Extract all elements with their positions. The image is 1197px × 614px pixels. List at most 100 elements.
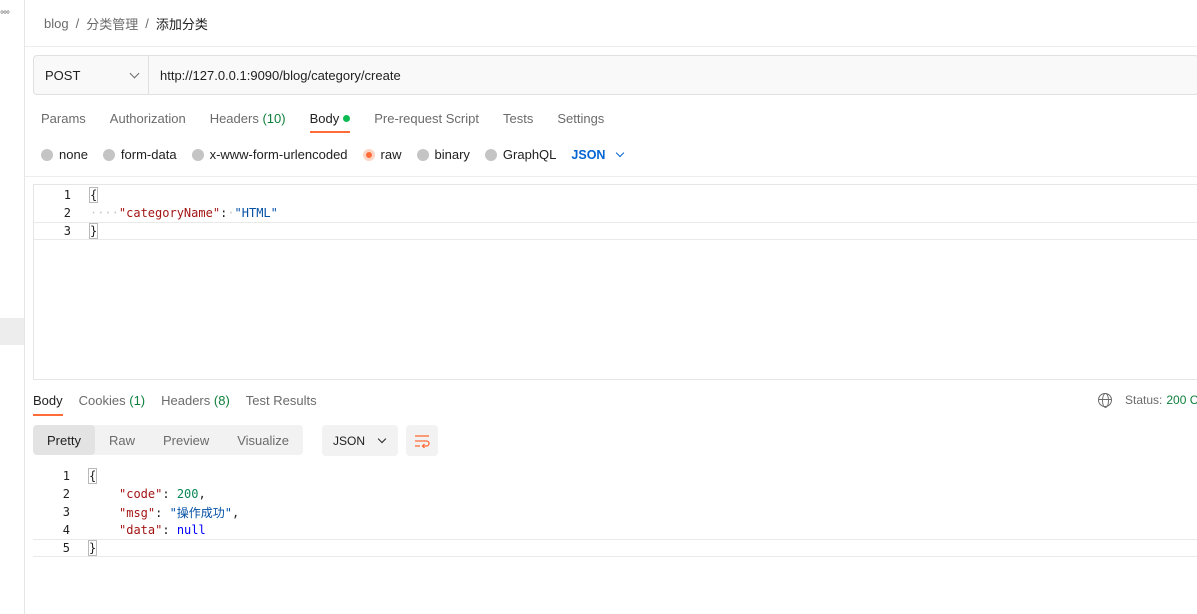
whitespace: ·: [227, 206, 235, 220]
code-text: "code": 200,: [119, 487, 206, 501]
modified-dot-icon: [343, 115, 351, 122]
view-raw-button[interactable]: Raw: [95, 425, 149, 455]
status-code[interactable]: 200 C: [1166, 393, 1197, 407]
chevron-down-icon: [129, 68, 140, 78]
method-select[interactable]: POST: [34, 56, 149, 94]
code-line: 2 ····"categoryName":·"HTML": [34, 204, 1197, 222]
line-number: 3: [63, 224, 71, 238]
code-text: ····"categoryName":·"HTML": [90, 206, 278, 220]
divider: [25, 46, 1197, 47]
body-type-urlencoded[interactable]: x-www-form-urlencoded: [191, 147, 348, 162]
code-text: "data": null: [119, 523, 206, 537]
response-format-select[interactable]: JSON: [322, 425, 398, 456]
tab-authorization[interactable]: Authorization: [110, 111, 186, 133]
breadcrumb-separator: /: [145, 16, 149, 31]
comma: ,: [198, 487, 206, 501]
response-status: Status: 200 C: [1098, 393, 1197, 408]
code-line: 4 "data": null: [33, 521, 1197, 539]
colon: :: [155, 505, 170, 520]
tab-cookies-label: Cookies: [78, 393, 126, 408]
url-input[interactable]: http://127.0.0.1:9090/blog/category/crea…: [149, 56, 1197, 94]
code-line: 3 }: [34, 222, 1197, 240]
json-key: "data": [119, 523, 163, 537]
url-bar: POST http://127.0.0.1:9090/blog/category…: [33, 55, 1197, 95]
tab-body-label: Body: [309, 111, 340, 126]
radio-label: x-www-form-urlencoded: [209, 147, 348, 162]
line-number: 4: [62, 523, 70, 537]
brace: {: [87, 468, 98, 484]
body-type-binary[interactable]: binary: [416, 147, 470, 162]
breadcrumb-request[interactable]: 添加分类: [156, 14, 208, 33]
sidebar-selected-item[interactable]: [0, 318, 24, 345]
tab-headers-count: (10): [262, 111, 286, 126]
body-type-none[interactable]: none: [41, 147, 88, 162]
brace: }: [87, 540, 98, 556]
divider: [25, 176, 1197, 177]
code-text: "msg": "操作成功",: [119, 504, 239, 521]
radio-label: GraphQL: [502, 147, 557, 162]
breadcrumb: blog / 分类管理 / 添加分类: [44, 14, 208, 33]
request-body-editor[interactable]: 1 { 2 ····"categoryName":·"HTML" 3 }: [33, 184, 1197, 380]
tab-headers[interactable]: Headers (10): [210, 111, 286, 133]
radio-icon: [484, 148, 497, 161]
breadcrumb-collection[interactable]: blog: [44, 16, 69, 31]
tab-response-headers[interactable]: Headers (8): [161, 393, 230, 416]
body-type-selector: none form-data x-www-form-urlencoded raw…: [41, 147, 625, 162]
tab-headers-label: Headers: [161, 393, 211, 408]
wrap-lines-icon: [415, 434, 430, 448]
radio-label: form-data: [120, 147, 177, 162]
body-type-raw[interactable]: raw: [362, 147, 402, 162]
brace: }: [88, 223, 99, 239]
tab-tests[interactable]: Tests: [503, 111, 533, 133]
radio-icon: [416, 148, 429, 161]
colon: :: [162, 523, 177, 537]
request-workspace: blog / 分类管理 / 添加分类 POST http://127.0.0.1…: [25, 0, 1197, 614]
json-key: "msg": [119, 505, 156, 520]
code-line: 3 "msg": "操作成功",: [33, 503, 1197, 521]
code-line: 5 }: [33, 539, 1197, 557]
radio-checked-icon: [362, 148, 375, 161]
tab-response-body[interactable]: Body: [33, 393, 63, 416]
request-tabs: Params Authorization Headers (10) Body P…: [41, 111, 628, 133]
response-view-modes: Pretty Raw Preview Visualize: [33, 425, 304, 455]
radio-label: none: [59, 147, 88, 162]
breadcrumb-folder[interactable]: 分类管理: [86, 14, 138, 33]
response-body-viewer[interactable]: 1 { 2 "code": 200, 3 "msg": "操作成功", 4 "d…: [33, 466, 1197, 566]
tab-test-results[interactable]: Test Results: [246, 393, 317, 416]
line-number: 1: [62, 469, 70, 483]
tab-settings[interactable]: Settings: [557, 111, 604, 133]
breadcrumb-separator: /: [75, 16, 80, 31]
view-pretty-button[interactable]: Pretty: [33, 425, 95, 455]
tab-cookies[interactable]: Cookies (1): [79, 393, 145, 416]
tab-cookies-count: (1): [129, 393, 146, 408]
view-visualize-button[interactable]: Visualize: [223, 425, 303, 455]
status-label: Status:: [1125, 393, 1163, 407]
raw-format-select[interactable]: JSON: [571, 148, 625, 162]
view-preview-button[interactable]: Preview: [149, 425, 223, 455]
code-line: 1 {: [33, 467, 1197, 485]
code-line: 2 "code": 200,: [33, 485, 1197, 503]
code-text: }: [88, 223, 99, 239]
json-value: "HTML": [234, 206, 278, 220]
radio-icon: [191, 148, 204, 161]
body-type-form-data[interactable]: form-data: [102, 147, 177, 162]
radio-label: binary: [434, 147, 470, 162]
tab-params[interactable]: Params: [41, 111, 86, 133]
radio-icon: [102, 148, 115, 161]
json-key: "categoryName": [118, 206, 221, 220]
body-type-graphql[interactable]: GraphQL: [484, 147, 557, 162]
chevron-down-icon: [377, 434, 387, 444]
tab-body[interactable]: Body: [309, 111, 351, 133]
line-number: 2: [62, 487, 70, 501]
tab-pre-request-script[interactable]: Pre-request Script: [374, 111, 479, 133]
line-number: 5: [62, 541, 70, 555]
tab-headers-label: Headers: [209, 111, 259, 126]
wrap-lines-button[interactable]: [406, 425, 438, 456]
more-options-icon[interactable]: °°°: [0, 10, 10, 21]
json-value: "操作成功": [169, 505, 233, 520]
radio-icon: [41, 148, 53, 161]
globe-icon[interactable]: [1098, 393, 1112, 408]
line-number: 2: [63, 206, 71, 220]
comma: ,: [232, 505, 240, 520]
brace: {: [88, 187, 99, 203]
